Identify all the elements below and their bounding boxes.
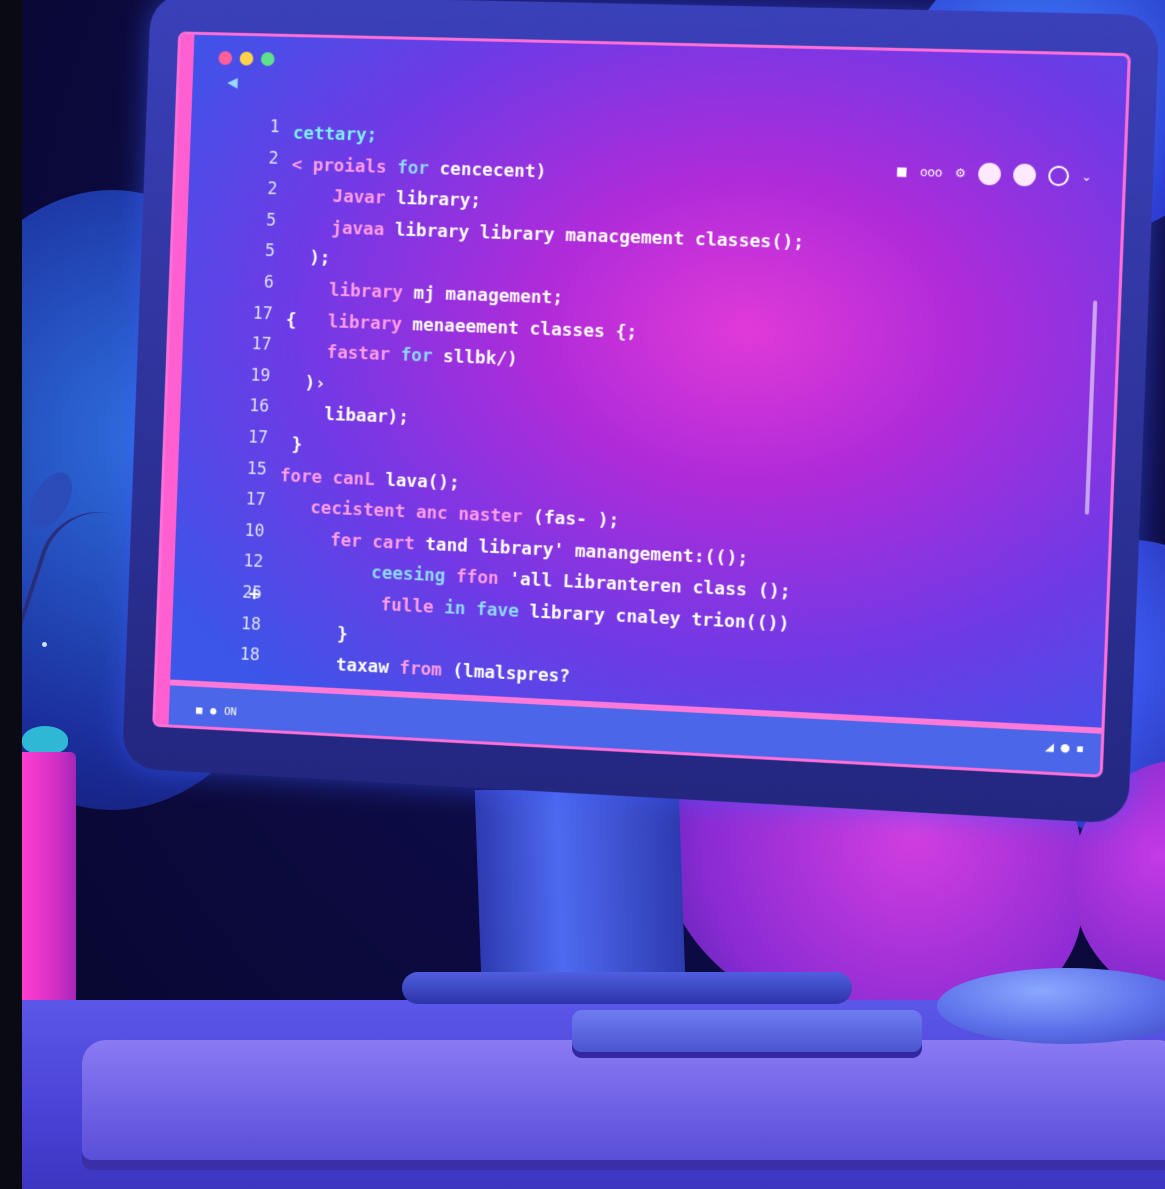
code-token: in fave: [433, 596, 530, 623]
code-token: canL: [321, 466, 386, 491]
code-token: {: [285, 309, 329, 332]
line-number: 6: [263, 272, 275, 293]
code-token: libaar);: [282, 402, 410, 429]
line-number: 25: [241, 582, 263, 604]
line-number: 17: [252, 303, 273, 324]
line-number: 19: [250, 365, 271, 386]
plant-leaf: [22, 726, 68, 754]
code-token: cecistent: [309, 497, 406, 523]
code-token: fulle: [380, 594, 434, 618]
line-number: 12: [243, 551, 264, 573]
code-token: ffon: [444, 565, 510, 590]
window-controls: [218, 51, 275, 67]
code-token: javaa: [289, 216, 385, 240]
code-token: fastar: [284, 340, 391, 366]
window-control-dot[interactable]: [239, 51, 254, 66]
code-token: for: [389, 344, 444, 368]
code-token: library;: [385, 187, 482, 212]
window-control-dot[interactable]: [218, 51, 233, 66]
code-token: sllbk/): [442, 346, 519, 370]
scrollbar[interactable]: [1084, 300, 1098, 515]
fold-marker: +: [248, 581, 261, 606]
code-token: fore: [279, 464, 323, 488]
line-number: 2: [267, 179, 278, 200]
code-area[interactable]: cettary; < proials for cencecent) Javar l…: [272, 118, 1093, 719]
code-token: cencecent): [439, 158, 547, 183]
code-token: }: [273, 620, 349, 645]
code-token: library: [286, 278, 404, 304]
wifi-icon: ▪: [1075, 741, 1085, 756]
code-token: library: [327, 310, 403, 335]
line-number: 16: [248, 396, 270, 417]
desk: [82, 1040, 1165, 1160]
line-number: 2: [268, 148, 279, 169]
code-token: fer cart: [329, 529, 416, 555]
back-arrow-icon[interactable]: ◀: [227, 75, 238, 91]
code-token: <: [291, 153, 314, 176]
code-token: taxaw: [335, 654, 390, 678]
code-token: }: [280, 433, 303, 456]
window-control-dot[interactable]: [260, 52, 275, 67]
code-token: (fas- );: [522, 506, 620, 532]
code-token: menaeement classes {;: [401, 313, 638, 343]
line-number: 5: [265, 210, 277, 231]
code-token: from: [388, 657, 453, 682]
file-icon: ■: [195, 703, 203, 717]
plant-pot: [22, 752, 76, 1042]
code-token: ceesing: [370, 562, 446, 587]
code-token: naster: [458, 503, 523, 528]
line-number: 15: [246, 458, 268, 480]
code-token: for: [386, 156, 440, 179]
code-token: Javar: [290, 185, 386, 209]
code-token: proials: [312, 154, 387, 178]
code-editor-screen: ◀ ■ ooo ⚙ ⌄ 1 2 2 5 5 6 17 17 19 16 17 15 17 10 12 25 18…: [152, 31, 1131, 778]
pin-icon: ●: [1059, 740, 1071, 755]
editor-edge: [155, 34, 195, 725]
line-number: 18: [240, 613, 262, 635]
code-token: (lmalspres?: [452, 660, 571, 688]
code-token: )›: [283, 371, 326, 394]
keyboard: [572, 1010, 922, 1052]
code-token: lava();: [384, 469, 460, 494]
code-token: anc: [404, 501, 459, 525]
monitor: ◀ ■ ooo ⚙ ⌄ 1 2 2 5 5 6 17 17 19 16 17 15 17 10 12 25 18…: [121, 0, 1160, 825]
line-number: 17: [251, 334, 272, 355]
line-number: 17: [245, 489, 266, 511]
code-token: cettary;: [292, 122, 378, 146]
line-number: 18: [239, 644, 261, 666]
code-token: );: [287, 247, 331, 270]
status-right: ◢ ● ▪: [1045, 740, 1084, 755]
monitor-stand: [474, 790, 686, 980]
line-number: 1: [269, 117, 281, 138]
scene: ◀ ■ ooo ⚙ ⌄ 1 2 2 5 5 6 17 17 19 16 17 15 17 10 12 25 18…: [22, 0, 1165, 1189]
line-number: 10: [244, 520, 265, 542]
monitor-base: [402, 972, 852, 1004]
code-token: mj management;: [402, 282, 564, 309]
signal-icon: ◢: [1044, 740, 1055, 754]
status-text: ON: [223, 704, 238, 719]
line-number: 17: [247, 427, 269, 449]
status-left: ■ ● ON: [196, 703, 237, 718]
status-dot-icon: ●: [209, 704, 217, 718]
line-number: 5: [264, 241, 276, 262]
